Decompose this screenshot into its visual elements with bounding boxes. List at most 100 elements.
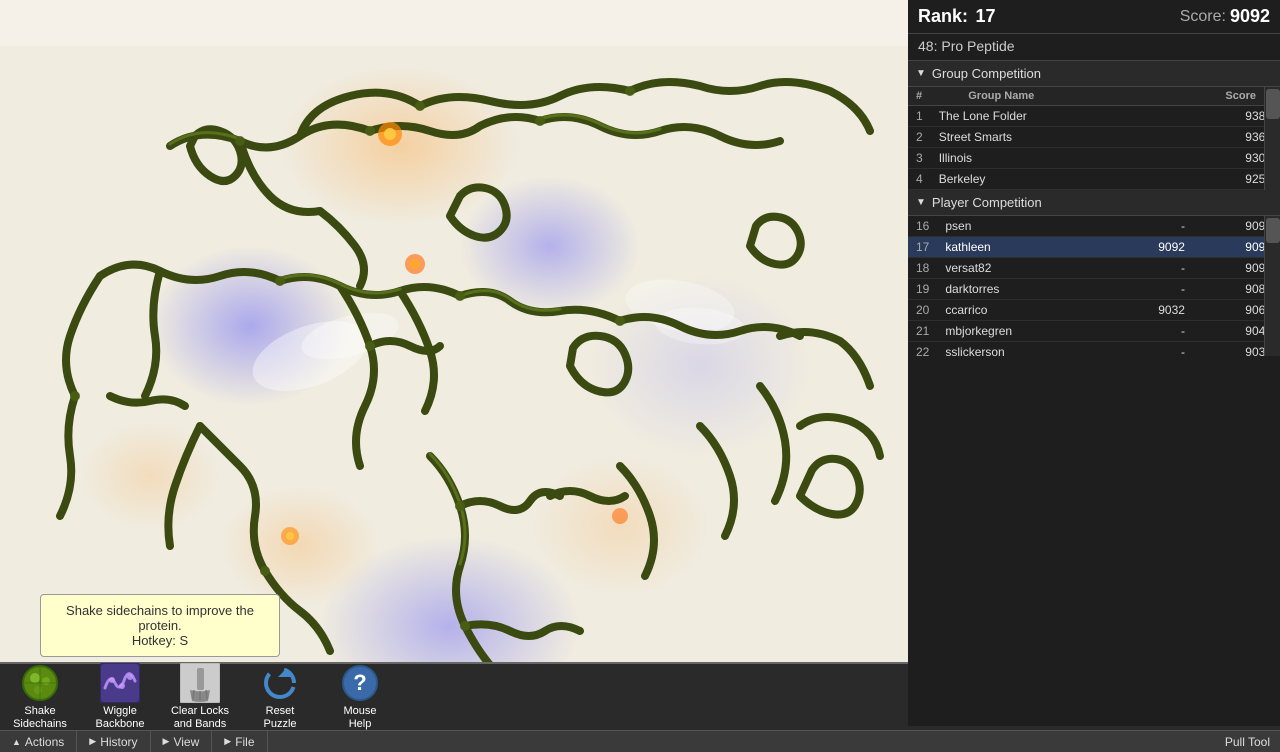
file-menu-item[interactable]: ▶ File xyxy=(212,731,267,752)
bottom-menu: ▲ Actions ▶ History ▶ View ▶ File xyxy=(0,730,908,752)
mouse-help-icon: ? xyxy=(340,663,380,703)
history-arrow-icon: ▶ xyxy=(89,736,96,747)
player-competition-header[interactable]: ▼ Player Competition xyxy=(908,190,1280,216)
group-row-rank: 4 xyxy=(908,169,931,190)
shake-sidechains-button[interactable]: ShakeSidechains xyxy=(0,659,80,735)
view-label: View xyxy=(173,735,199,749)
group-scrollbar[interactable] xyxy=(1264,87,1280,190)
rank-score-bar: Rank: 17 Score: 9092 xyxy=(908,0,1280,34)
tooltip: Shake sidechains to improve the protein.… xyxy=(40,594,280,657)
svg-text:?: ? xyxy=(353,670,366,695)
group-score-header: Score xyxy=(1154,87,1264,106)
group-row-name: The Lone Folder xyxy=(931,106,1179,127)
group-table-row: 1 The Lone Folder 9388 xyxy=(908,106,1280,127)
player-scrollbar[interactable] xyxy=(1264,216,1280,356)
view-arrow-icon: ▶ xyxy=(163,736,170,747)
player-row-name: sslickerson xyxy=(937,342,1106,357)
group-rows-table: 1 The Lone Folder 9388 2 Street Smarts 9… xyxy=(908,106,1280,190)
reset-puzzle-icon xyxy=(260,663,300,703)
player-row-prev-score: 9032 xyxy=(1106,300,1193,321)
shake-sidechains-icon xyxy=(20,663,60,703)
player-row-name: psen xyxy=(937,216,1106,237)
player-table-row: 17 kathleen 9092 9092 xyxy=(908,237,1280,258)
player-row-prev-score: - xyxy=(1106,216,1193,237)
player-row-rank: 18 xyxy=(908,258,937,279)
player-competition-table: 16 psen - 9098 17 kathleen 9092 9092 18 … xyxy=(908,216,1280,356)
wiggle-backbone-button[interactable]: WiggleBackbone xyxy=(80,659,160,735)
group-table-scroll[interactable]: 1 The Lone Folder 9388 2 Street Smarts 9… xyxy=(908,106,1280,190)
player-row-prev-score: - xyxy=(1106,321,1193,342)
reset-puzzle-label: ResetPuzzle xyxy=(263,705,296,731)
group-row-name: Street Smarts xyxy=(931,127,1179,148)
pull-tool-button[interactable]: Pull Tool xyxy=(908,730,1280,752)
player-row-rank: 20 xyxy=(908,300,937,321)
history-menu-item[interactable]: ▶ History xyxy=(77,731,150,752)
group-row-rank: 2 xyxy=(908,127,931,148)
group-scrollbar-thumb[interactable] xyxy=(1266,89,1280,119)
reset-puzzle-button[interactable]: ResetPuzzle xyxy=(240,659,320,735)
group-table-row: 4 Berkeley 9255 xyxy=(908,169,1280,190)
pull-tool-label: Pull Tool xyxy=(1225,735,1270,749)
player-row-name: ccarrico xyxy=(937,300,1106,321)
group-name-header: Group Name xyxy=(960,87,1154,106)
player-scrollbar-thumb[interactable] xyxy=(1266,218,1280,243)
player-table-row: 22 sslickerson - 9038 xyxy=(908,342,1280,357)
player-row-prev-score: - xyxy=(1106,279,1193,300)
clear-locks-icon xyxy=(180,663,220,703)
actions-label: Actions xyxy=(25,735,64,749)
player-competition-arrow: ▼ xyxy=(916,197,926,208)
group-row-name: Illinois xyxy=(931,148,1179,169)
group-competition-arrow: ▼ xyxy=(916,68,926,79)
player-competition-title: Player Competition xyxy=(932,195,1042,210)
mouse-help-button[interactable]: ? MouseHelp xyxy=(320,659,400,735)
file-arrow-icon: ▶ xyxy=(224,736,231,747)
score-display: Score: 9092 xyxy=(1180,6,1270,27)
history-label: History xyxy=(100,735,137,749)
score-value: 9092 xyxy=(1230,6,1270,27)
actions-menu-item[interactable]: ▲ Actions xyxy=(0,731,77,752)
player-row-prev-score: 9092 xyxy=(1106,237,1193,258)
player-row-name: mbjorkegren xyxy=(937,321,1106,342)
group-row-rank: 3 xyxy=(908,148,931,169)
rank-display: Rank: 17 xyxy=(918,6,996,27)
player-row-rank: 16 xyxy=(908,216,937,237)
actions-arrow-icon: ▲ xyxy=(12,737,21,747)
player-row-rank: 21 xyxy=(908,321,937,342)
group-row-name: Berkeley xyxy=(931,169,1179,190)
score-label: Score: xyxy=(1180,8,1226,26)
player-table-row: 21 mbjorkegren - 9048 xyxy=(908,321,1280,342)
player-row-rank: 19 xyxy=(908,279,937,300)
player-table-row: 19 darktorres - 9081 xyxy=(908,279,1280,300)
player-table-row: 20 ccarrico 9032 9066 xyxy=(908,300,1280,321)
player-table-scroll[interactable]: 16 psen - 9098 17 kathleen 9092 9092 18 … xyxy=(908,216,1280,356)
player-table-row: 18 versat82 - 9091 xyxy=(908,258,1280,279)
rank-value: 17 xyxy=(975,6,995,26)
player-row-name: darktorres xyxy=(937,279,1106,300)
group-rank-header: # xyxy=(908,87,960,106)
mouse-help-label: MouseHelp xyxy=(343,705,376,731)
tooltip-line2: Hotkey: S xyxy=(53,633,267,648)
wiggle-backbone-label: WiggleBackbone xyxy=(96,705,145,731)
group-table-row: 3 Illinois 9303 xyxy=(908,148,1280,169)
wiggle-backbone-icon xyxy=(100,663,140,703)
right-panel: Rank: 17 Score: 9092 48: Pro Peptide ▼ G… xyxy=(908,0,1280,752)
group-competition-header[interactable]: ▼ Group Competition xyxy=(908,61,1280,87)
rank-label: Rank: xyxy=(918,6,968,26)
clear-locks-button[interactable]: Clear Locksand Bands xyxy=(160,659,240,735)
group-table-row: 2 Street Smarts 9367 xyxy=(908,127,1280,148)
player-row-rank: 17 xyxy=(908,237,937,258)
player-row-prev-score: - xyxy=(1106,342,1193,357)
clear-locks-label: Clear Locksand Bands xyxy=(171,705,229,731)
group-row-rank: 1 xyxy=(908,106,931,127)
group-competition-table: # Group Name Score xyxy=(908,87,1280,106)
file-label: File xyxy=(235,735,254,749)
player-table-row: 16 psen - 9098 xyxy=(908,216,1280,237)
player-row-name: versat82 xyxy=(937,258,1106,279)
player-row-rank: 22 xyxy=(908,342,937,357)
toolbar-area: ShakeSidechains WiggleBackbone xyxy=(0,662,908,730)
puzzle-name: 48: Pro Peptide xyxy=(908,34,1280,61)
group-competition-title: Group Competition xyxy=(932,66,1041,81)
player-row-name: kathleen xyxy=(937,237,1106,258)
tooltip-line1: Shake sidechains to improve the protein. xyxy=(53,603,267,633)
view-menu-item[interactable]: ▶ View xyxy=(151,731,213,752)
